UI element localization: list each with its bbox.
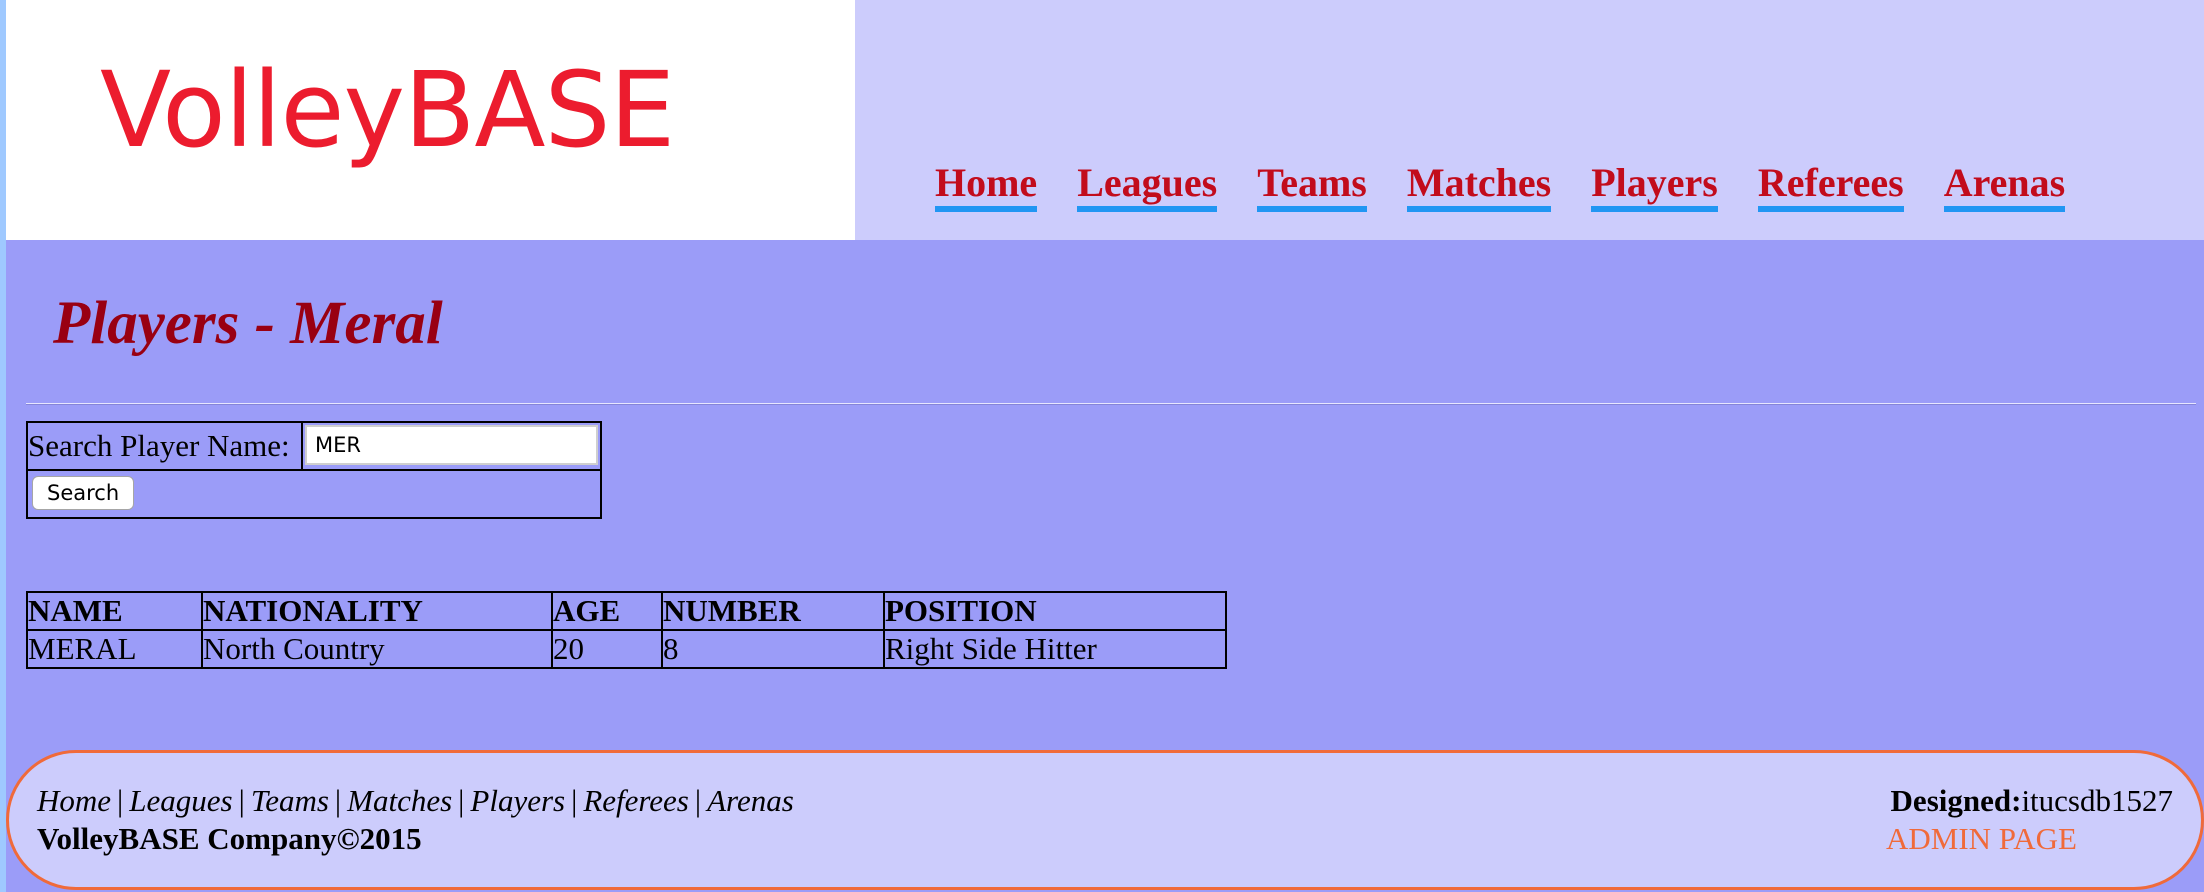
footer-matches-link[interactable]: Matches: [347, 783, 452, 818]
footer-leagues-link[interactable]: Leagues: [129, 783, 232, 818]
footer-referees-link[interactable]: Referees: [583, 783, 689, 818]
page-title: Players - Meral: [53, 290, 443, 357]
nav-matches-link[interactable]: Matches: [1406, 160, 1552, 212]
search-button-row: Search: [28, 471, 600, 517]
cell-nationality: North Country: [201, 629, 553, 669]
table-row: MERAL North Country 20 8 Right Side Hitt…: [26, 629, 1227, 669]
search-row: Search Player Name:: [28, 423, 600, 471]
cell-position: Right Side Hitter: [883, 629, 1227, 669]
admin-page-link[interactable]: ADMIN PAGE: [1886, 821, 2077, 857]
footer-arenas-link[interactable]: Arenas: [707, 783, 794, 818]
logo-area[interactable]: VolleyBASE: [6, 0, 855, 240]
search-form: Search Player Name: Search: [26, 421, 602, 519]
footer-separator: |: [571, 783, 578, 818]
site-footer: Home | Leagues | Teams | Matches | Players | Refer…: [6, 750, 2204, 890]
nav-players-link[interactable]: Players: [1591, 160, 1718, 212]
nav-referees-link[interactable]: Referees: [1757, 160, 1904, 212]
search-input[interactable]: [305, 425, 598, 465]
nav-leagues-link[interactable]: Leagues: [1077, 160, 1218, 212]
players-table: NAME NATIONALITY AGE NUMBER POSITION MER…: [26, 591, 1227, 669]
designed-by: Designed:itucsdb1527: [1891, 783, 2173, 819]
table-header-row: NAME NATIONALITY AGE NUMBER POSITION: [26, 591, 1227, 631]
col-header-nationality: NATIONALITY: [201, 591, 553, 631]
footer-separator: |: [694, 783, 702, 818]
footer-separator: |: [117, 783, 124, 818]
footer-players-link[interactable]: Players: [470, 783, 565, 818]
cell-number: 8: [661, 629, 885, 669]
col-header-number: NUMBER: [661, 591, 885, 631]
col-header-position: POSITION: [883, 591, 1227, 631]
footer-separator: |: [238, 783, 245, 818]
divider: [26, 403, 2196, 405]
company-copyright: VolleyBASE Company©2015: [37, 821, 422, 856]
nav-arenas-link[interactable]: Arenas: [1943, 160, 2066, 212]
search-label: Search Player Name:: [28, 423, 303, 469]
designed-value: itucsdb1527: [2021, 783, 2173, 818]
col-header-name: NAME: [26, 591, 203, 631]
search-button[interactable]: Search: [32, 476, 135, 510]
cell-age: 20: [551, 629, 663, 669]
main-nav: Home Leagues Teams Matches Players Refer…: [935, 160, 2066, 212]
footer-teams-link[interactable]: Teams: [251, 783, 329, 818]
footer-home-link[interactable]: Home: [37, 783, 111, 818]
site-header: VolleyBASE Home Leagues Teams Matches Pl…: [6, 0, 2204, 240]
cell-name: MERAL: [26, 629, 203, 669]
col-header-age: AGE: [551, 591, 663, 631]
designed-label: Designed:: [1890, 783, 2022, 818]
footer-separator: |: [334, 783, 342, 818]
footer-separator: |: [458, 783, 465, 818]
nav-home-link[interactable]: Home: [935, 160, 1038, 212]
search-input-cell: [303, 423, 600, 469]
footer-nav: Home | Leagues | Teams | Matches | Players | Refer…: [37, 783, 794, 819]
site-logo[interactable]: VolleyBASE: [100, 58, 675, 162]
nav-teams-link[interactable]: Teams: [1257, 160, 1367, 212]
